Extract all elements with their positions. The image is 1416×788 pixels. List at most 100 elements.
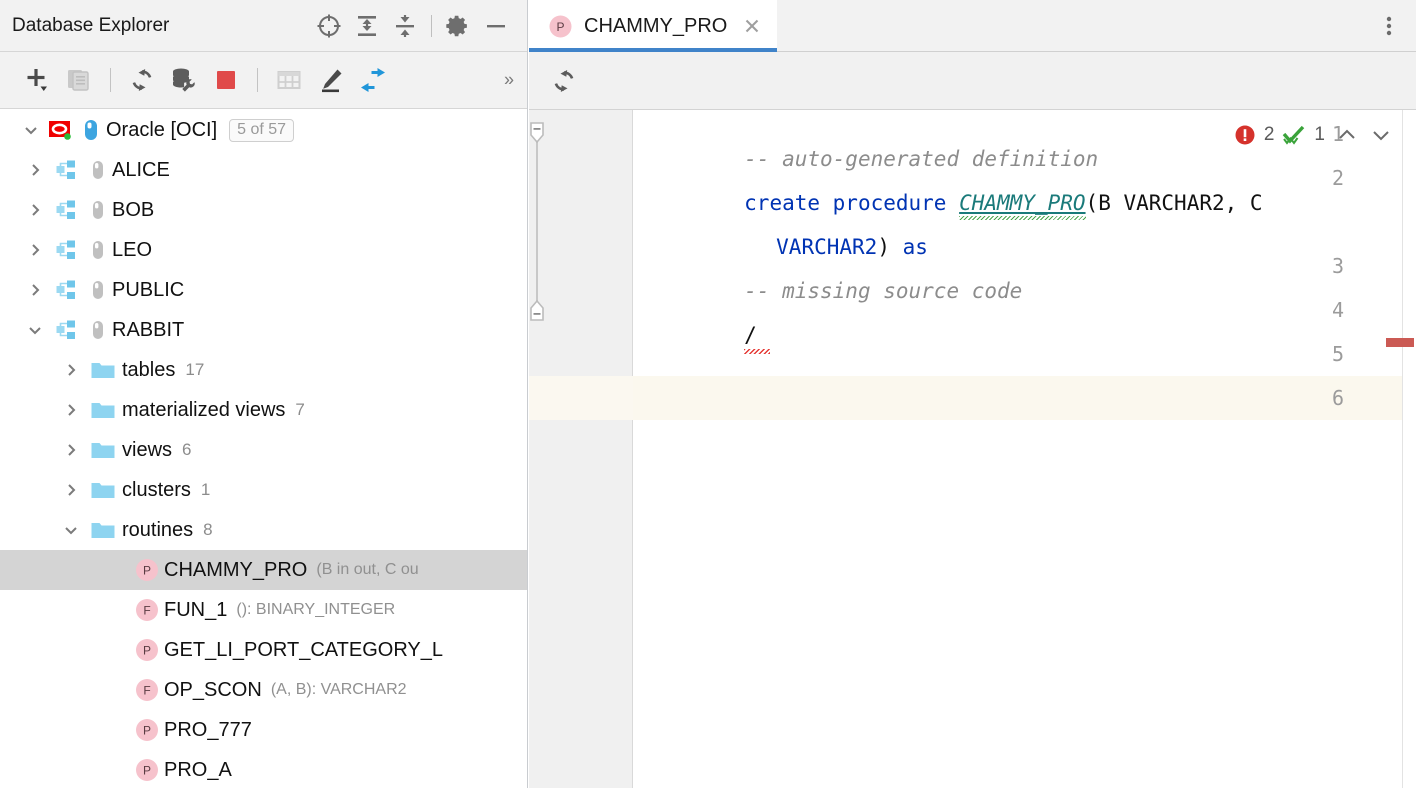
tree-node-schema-bob[interactable]: BOB [0,190,527,230]
svg-text:F: F [143,604,150,618]
tab-chammy-pro[interactable]: P CHAMMY_PRO [529,0,777,52]
chevron-right-icon[interactable] [22,270,48,310]
sync-icon[interactable] [352,60,394,100]
editor-panel: P CHAMMY_PRO [529,0,1416,788]
slash-terminator: / [744,323,757,347]
tree-node-folder-tables[interactable]: tables17 [0,350,527,390]
error-stripe-marker[interactable] [1386,338,1414,347]
fold-region-line [536,138,538,310]
comment-text: -- missing source code [744,279,1022,303]
caret-line-highlight [529,376,1402,420]
folder-icon [84,359,122,381]
tree-node-folder-clusters[interactable]: clusters1 [0,470,527,510]
routine-badge-icon: P [130,757,164,783]
scroll-from-source-icon[interactable] [310,7,348,45]
refresh-icon[interactable] [543,61,585,101]
tree-node-folder-materialized-views[interactable]: materialized views 7 [0,390,527,430]
collapse-all-icon[interactable] [386,7,424,45]
chevron-right-icon[interactable] [58,350,84,390]
add-icon[interactable] [16,60,58,100]
previous-problem-icon[interactable] [1332,120,1362,150]
editor-toolbar [529,52,1416,110]
tab-label: CHAMMY_PRO [584,15,727,38]
tree-node-label: PUBLIC [112,279,184,302]
fold-start-icon[interactable] [529,122,545,149]
tree-node-schema-public[interactable]: PUBLIC [0,270,527,310]
editor-tabbar: P CHAMMY_PRO [529,0,1416,52]
tree-node-routine-pro_a[interactable]: PPRO_A [0,750,527,788]
line-number: 6 [1304,386,1344,410]
svg-text:P: P [143,764,151,778]
tree-node-schema-leo[interactable]: LEO [0,230,527,270]
tree-node-root[interactable]: Oracle [OCI] 5 of 57 [0,110,527,150]
chevron-down-icon[interactable] [22,310,48,350]
tree-node-routine-fun_1[interactable]: F FUN_1 (): BINARY_INTEGER [0,590,527,630]
chevron-right-icon[interactable] [22,190,48,230]
expand-all-icon[interactable] [348,7,386,45]
gear-icon[interactable] [439,7,477,45]
database-tools-icon[interactable] [163,60,205,100]
tree-node-folder-views[interactable]: views6 [0,430,527,470]
schema-icon [48,238,84,262]
error-icon[interactable] [1233,123,1257,147]
refresh-icon[interactable] [121,60,163,100]
line-number: 3 [1304,254,1344,278]
routine-badge-icon: P [130,717,164,743]
error-stripe-gutter[interactable] [1402,110,1416,788]
routine-signature: (): BINARY_INTEGER [236,601,395,619]
schema-icon [48,158,84,182]
procedure-identifier: CHAMMY_PRO [959,191,1085,215]
database-icon [76,118,106,142]
check-count: 1 [1314,124,1325,146]
divider [257,68,258,92]
edit-icon[interactable] [310,60,352,100]
chevron-right-icon[interactable] [58,470,84,510]
tree-node-label: tables [122,359,175,382]
tree-node-folder-routines[interactable]: routines8 [0,510,527,550]
svg-text:P: P [143,564,151,578]
routine-badge-icon: F [130,677,164,703]
chevron-right-icon[interactable] [22,230,48,270]
chevron-down-icon[interactable] [18,110,44,150]
minimize-icon[interactable] [477,7,515,45]
chevron-right-icon[interactable] [58,390,84,430]
tree-node-routine-chammy_pro[interactable]: P CHAMMY_PRO (B in out, C ou [0,550,527,590]
tree-node-label: LEO [112,239,152,262]
next-problem-icon[interactable] [1366,120,1396,150]
stop-icon[interactable] [205,60,247,100]
database-icon [84,159,112,181]
line-number: 5 [1304,342,1344,366]
chevron-right-icon[interactable] [58,430,84,470]
tree-node-routine-get_li_port_category_l[interactable]: PGET_LI_PORT_CATEGORY_L [0,630,527,670]
error-count: 2 [1264,124,1275,146]
tree-node-label: routines [122,519,193,542]
tree-node-label: GET_LI_PORT_CATEGORY_L [164,639,443,662]
close-icon[interactable] [741,15,763,37]
tree-node-schema-rabbit[interactable]: RABBIT [0,310,527,350]
tree-node-routine-op_scon[interactable]: FOP_SCON (A, B): VARCHAR2 [0,670,527,710]
caret-line-gutter-highlight [529,376,633,420]
line-number: 2 [1304,166,1344,190]
routine-signature: (A, B): VARCHAR2 [271,681,407,699]
chevron-down-icon[interactable] [58,510,84,550]
code-line-4: / [643,296,757,374]
chevron-right-icon[interactable] [22,150,48,190]
toolbar-overflow-button[interactable]: » [504,70,513,91]
child-count: 1 [201,480,210,500]
tree-node-schema-alice[interactable]: ALICE [0,150,527,190]
tree-node-label: materialized views [122,399,285,422]
routine-signature: (B in out, C ou [316,561,418,579]
database-tree[interactable]: Oracle [OCI] 5 of 57 ALICEBOB LEO PUBLIC RA… [0,110,527,788]
check-icon[interactable] [1281,123,1307,147]
folder-icon [84,399,122,421]
tree-node-label: CHAMMY_PRO [164,559,307,582]
divider [431,15,432,37]
child-count: 7 [295,400,304,420]
more-options-icon[interactable] [1372,0,1406,52]
tree-node-routine-pro_777[interactable]: PPRO_777 [0,710,527,750]
tree-node-label: FUN_1 [164,599,227,622]
svg-text:P: P [556,20,564,34]
fold-end-icon[interactable] [529,300,545,327]
code-editor[interactable]: 1 2 3 4 5 6 -- auto-gene [529,110,1416,788]
tree-node-label: OP_SCON [164,679,262,702]
